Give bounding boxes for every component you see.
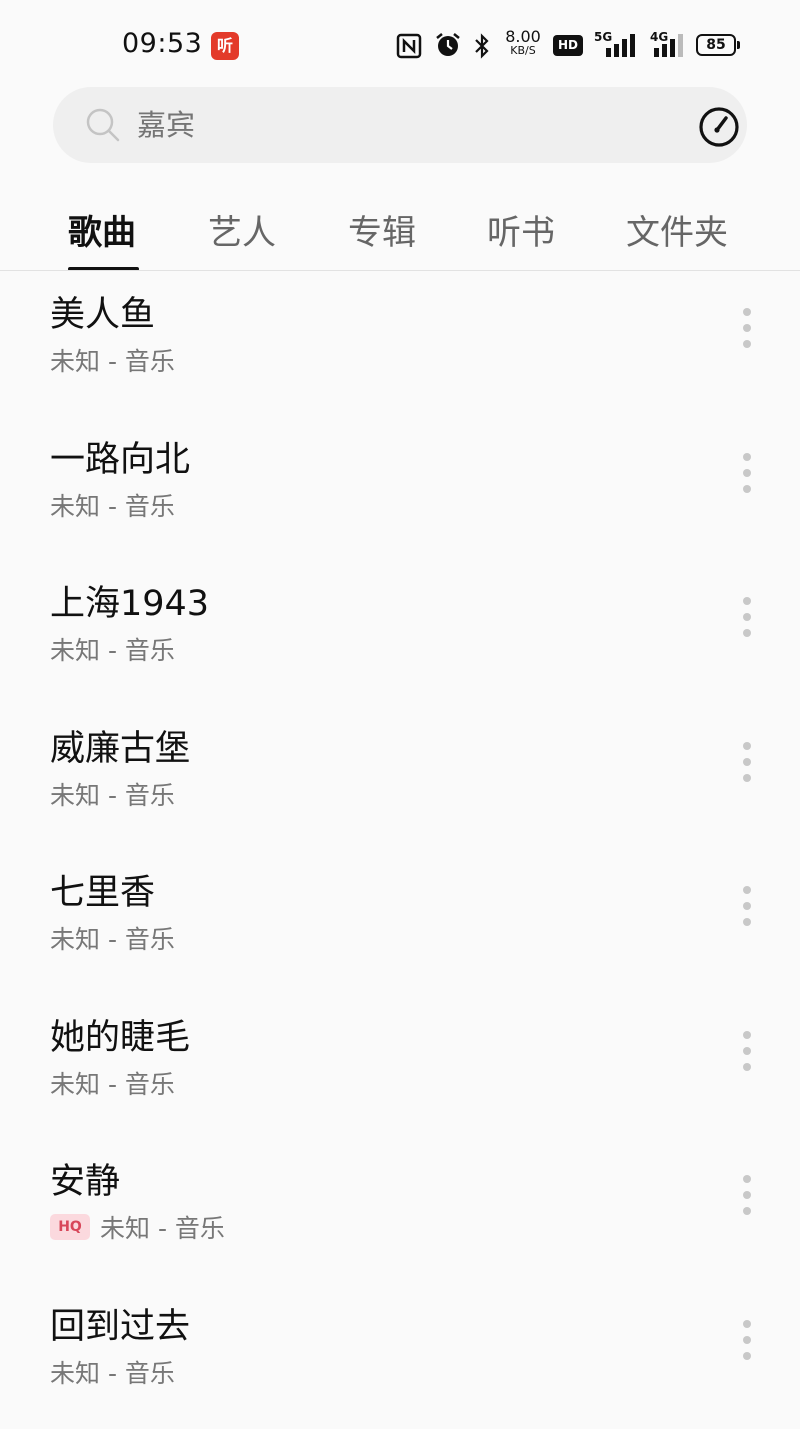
- song-title: 上海1943: [50, 584, 210, 624]
- status-bar: 09:53 听 8.00 KB/S HD 5G 4G 85: [0, 0, 800, 90]
- search-input[interactable]: [137, 105, 657, 145]
- hd-voice-icon: HD: [553, 35, 583, 56]
- song-subtitle: 未知 - 音乐: [50, 925, 175, 954]
- song-title: 七里香: [50, 873, 156, 913]
- song-title: 她的睫毛: [50, 1017, 191, 1058]
- hq-badge: HQ: [50, 1214, 90, 1240]
- network-speed: 8.00 KB/S: [505, 27, 541, 58]
- bluetooth-icon: [475, 33, 489, 59]
- list-item[interactable]: 安静 HQ 未知 - 音乐: [0, 1138, 800, 1283]
- song-title: 回到过去: [50, 1306, 191, 1347]
- more-options-icon[interactable]: [740, 1319, 754, 1360]
- tab-artists[interactable]: 艺人: [208, 205, 276, 254]
- recognize-music-icon[interactable]: [697, 105, 741, 149]
- song-title: 美人鱼: [50, 295, 156, 335]
- notification-app-icon: 听: [211, 32, 239, 60]
- song-list: 美人鱼 未知 - 音乐 一路向北 未知 - 音乐 上海1943 未知 - 音乐 …: [0, 271, 800, 1427]
- song-subtitle: 未知 - 音乐: [50, 491, 175, 521]
- more-options-icon[interactable]: [740, 597, 754, 637]
- signal-5g-icon: [606, 34, 635, 57]
- song-subtitle: 未知 - 音乐: [50, 1069, 175, 1099]
- song-subtitle: 未知 - 音乐: [50, 347, 175, 376]
- battery-icon: 85: [696, 34, 740, 56]
- tab-albums[interactable]: 专辑: [348, 205, 416, 254]
- more-options-icon[interactable]: [740, 1030, 754, 1071]
- alarm-icon: [436, 33, 460, 56]
- list-item[interactable]: 上海1943 未知 - 音乐: [0, 560, 800, 705]
- signal-4g-icon: [654, 34, 683, 57]
- more-options-icon[interactable]: [740, 308, 754, 348]
- tab-audiobooks[interactable]: 听书: [487, 205, 555, 254]
- list-item[interactable]: 威廉古堡 未知 - 音乐: [0, 705, 800, 850]
- nfc-icon: [396, 33, 422, 59]
- song-subtitle: 未知 - 音乐: [50, 780, 175, 810]
- list-item[interactable]: 七里香 未知 - 音乐: [0, 849, 800, 994]
- list-item[interactable]: 回到过去 未知 - 音乐: [0, 1283, 800, 1428]
- search-icon: [86, 108, 120, 142]
- song-subtitle: 未知 - 音乐: [50, 1358, 175, 1388]
- song-subtitle: 未知 - 音乐: [50, 636, 175, 665]
- status-time: 09:53: [122, 28, 203, 59]
- tab-folders[interactable]: 文件夹: [626, 205, 728, 254]
- tab-songs[interactable]: 歌曲: [68, 205, 136, 254]
- list-item[interactable]: 美人鱼 未知 - 音乐: [0, 271, 800, 416]
- list-item[interactable]: 一路向北 未知 - 音乐: [0, 416, 800, 561]
- more-options-icon[interactable]: [740, 741, 754, 782]
- song-title: 安静: [50, 1162, 121, 1202]
- song-title: 威廉古堡: [50, 728, 191, 769]
- more-options-icon[interactable]: [740, 1175, 754, 1215]
- song-subtitle: HQ 未知 - 音乐: [50, 1209, 225, 1245]
- category-tabs: 歌曲 艺人 专辑 听书 文件夹: [0, 195, 800, 271]
- song-title: 一路向北: [50, 439, 191, 480]
- list-item[interactable]: 她的睫毛 未知 - 音乐: [0, 994, 800, 1139]
- more-options-icon[interactable]: [740, 886, 754, 926]
- search-bar[interactable]: [53, 87, 747, 163]
- more-options-icon[interactable]: [740, 452, 754, 493]
